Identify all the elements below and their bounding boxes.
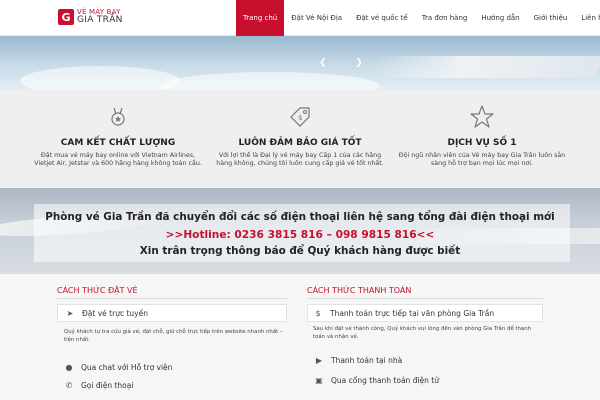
payment-methods-title: CÁCH THỨC THANH TOÁN — [307, 286, 412, 295]
feature-desc: Với lợi thế là Đại lý vé máy bay Cấp 1 c… — [216, 152, 384, 168]
booking-phone-item[interactable]: ✆ Gọi điện thoại — [63, 378, 134, 392]
divider — [307, 298, 543, 299]
payment-office-item[interactable]: $ Thanh toán trực tiếp tại văn phòng Gia… — [307, 304, 543, 322]
payment-method-label: Thanh toán trực tiếp tại văn phòng Gia T… — [330, 308, 495, 318]
nav-item-domestic[interactable]: Đặt Vé Nội Địa — [284, 0, 349, 36]
cloud-shape — [160, 72, 380, 90]
cloud-shape — [20, 66, 180, 90]
feature-title: DỊCH VỤ SỐ 1 — [447, 138, 517, 148]
booking-methods-title: CÁCH THỨC ĐẶT VÉ — [57, 286, 138, 295]
paper-plane-icon: ➤ — [66, 308, 74, 318]
payment-method-label: Thanh toán tại nhà — [331, 355, 403, 365]
booking-method-label: Đặt vé trực tuyến — [82, 308, 148, 318]
price-tag-icon: $ — [290, 107, 310, 127]
nav-item-guide[interactable]: Hướng dẫn — [474, 0, 526, 36]
main-nav: Trang chủ Đặt Vé Nội Địa Đặt vé quốc tế … — [236, 0, 600, 36]
chevron-right-icon[interactable]: ❯ — [354, 58, 364, 68]
chat-icon: ● — [65, 362, 73, 372]
booking-online-item[interactable]: ➤ Đặt vé trực tuyến — [57, 304, 287, 322]
feature-desc: Đội ngũ nhân viên của Vé máy bay Gia Trầ… — [398, 152, 566, 168]
hotline-notice-banner: Phòng vé Gia Trần đã chuyển đổi các số đ… — [0, 188, 600, 274]
feature-title: CAM KẾT CHẤT LƯỢNG — [60, 138, 176, 148]
chevron-left-icon[interactable]: ❮ — [318, 58, 328, 68]
nav-item-international[interactable]: Đặt vé quốc tế — [349, 0, 415, 36]
truck-icon: ▶ — [315, 355, 323, 365]
feature-title: LUÔN ĐẢM BẢO GIÁ TỐT — [238, 138, 362, 148]
hero-slider: ❮ ❯ — [0, 36, 600, 90]
medal-icon — [111, 107, 125, 126]
card-icon: ▣ — [315, 375, 323, 385]
divider — [57, 298, 287, 299]
logo-text: VÉ MÁY BAY GIA TRẦN — [77, 9, 123, 25]
logo-mark: G — [58, 9, 74, 25]
booking-chat-item[interactable]: ● Qua chat với Hỗ trợ viên — [63, 360, 173, 374]
notice-text: Phòng vé Gia Trần đã chuyển đổi các số đ… — [45, 211, 555, 223]
star-icon — [470, 105, 494, 128]
payment-office-desc: Sau khi đặt vé thành công, Quý khách vui… — [313, 326, 532, 340]
payment-method-label: Qua cổng thanh toán điện tử — [331, 375, 439, 385]
svg-text:$: $ — [298, 114, 302, 122]
hotline-text[interactable]: >>Hotline: 0236 3815 816 – 098 9815 816<… — [0, 229, 600, 241]
feature-quality: CAM KẾT CHẤT LƯỢNG Đặt mua vé máy bay on… — [33, 90, 203, 169]
nav-item-home[interactable]: Trang chủ — [236, 0, 285, 36]
nav-item-order-lookup[interactable]: Tra đơn hàng — [415, 0, 475, 36]
feature-service: DỊCH VỤ SỐ 1 Đội ngũ nhân viên của Vé má… — [397, 90, 567, 169]
feature-best-price: $ LUÔN ĐẢM BẢO GIÁ TỐT Với lợi thế là Đạ… — [215, 90, 385, 169]
phone-icon: ✆ — [65, 380, 73, 390]
dollar-icon: $ — [315, 308, 321, 318]
airplane-wing-image — [364, 56, 600, 78]
nav-item-about[interactable]: Giới thiệu — [527, 0, 575, 36]
booking-online-desc: Quý khách tự tra cứu giá vé, đặt chỗ, gi… — [64, 329, 283, 343]
payment-gateway-item[interactable]: ▣ Qua cổng thanh toán điện tử — [313, 373, 439, 387]
methods-section: CÁCH THỨC ĐẶT VÉ ➤ Đặt vé trực tuyến Quý… — [0, 274, 600, 400]
booking-method-label: Qua chat với Hỗ trợ viên — [81, 362, 173, 372]
feature-desc: Đặt mua vé máy bay online với Vietnam Ai… — [34, 152, 202, 168]
site-header: G VÉ MÁY BAY GIA TRẦN Trang chủ Đặt Vé N… — [0, 0, 600, 36]
notice-text: Xin trân trọng thông báo để Quý khách hà… — [139, 245, 461, 257]
booking-method-label: Gọi điện thoại — [81, 380, 134, 390]
features-section: CAM KẾT CHẤT LƯỢNG Đặt mua vé máy bay on… — [0, 90, 600, 188]
site-logo[interactable]: G VÉ MÁY BAY GIA TRẦN — [58, 5, 123, 29]
payment-home-item[interactable]: ▶ Thanh toán tại nhà — [313, 353, 402, 367]
logo-line2: GIA TRẦN — [77, 15, 123, 25]
nav-item-contact[interactable]: Liên hệ — [574, 0, 600, 36]
